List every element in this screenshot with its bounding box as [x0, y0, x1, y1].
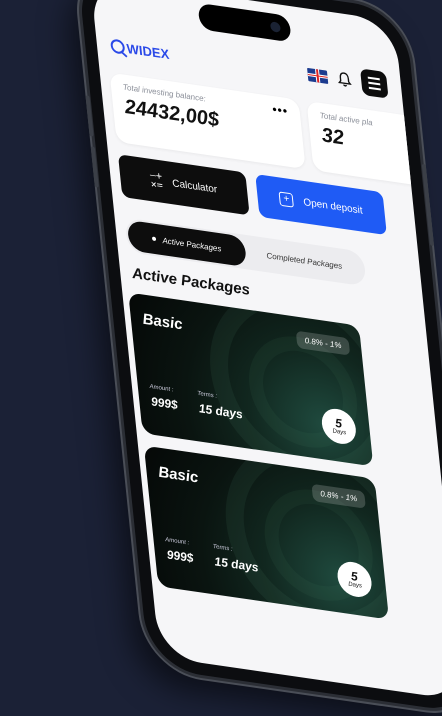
- volume-up-button: [85, 95, 94, 137]
- package-name: Basic: [157, 463, 200, 487]
- amount-value: 999$: [150, 394, 179, 413]
- amount-label: Amount :: [149, 383, 174, 394]
- package-card[interactable]: Basic 0.8% - 1% Amount : 999$ Terms : 15…: [128, 292, 374, 467]
- amount-label: Amount :: [165, 537, 190, 547]
- header-actions: [306, 61, 389, 99]
- uk-flag-icon[interactable]: [306, 67, 329, 84]
- logo-text: WIDEX: [125, 40, 170, 62]
- app-screen: WIDEX Total investing balance: 24432,00$…: [90, 0, 442, 701]
- dynamic-island: [197, 2, 292, 43]
- amount-value: 999$: [166, 547, 195, 566]
- terms-label: Terms :: [212, 543, 234, 553]
- calculator-label: Calculator: [171, 177, 218, 196]
- days-unit: Days: [332, 428, 347, 437]
- power-button: [421, 163, 435, 247]
- days-unit: Days: [348, 581, 363, 590]
- tab-completed-label: Completed Packages: [265, 250, 343, 271]
- active-dot-icon: [152, 236, 157, 242]
- logo[interactable]: WIDEX: [110, 38, 170, 62]
- camera-icon: [269, 21, 281, 33]
- package-card[interactable]: Basic 0.8% - 1% Amount : 999$ Terms : 15…: [143, 445, 390, 620]
- section-title: Active Packages: [131, 264, 251, 300]
- active-plans-card[interactable]: Total active pla 32: [306, 100, 433, 188]
- volume-down-button: [90, 146, 99, 188]
- open-deposit-label: Open deposit: [302, 196, 364, 217]
- tab-active-label: Active Packages: [161, 235, 222, 254]
- tab-completed-packages[interactable]: Completed Packages: [244, 237, 364, 285]
- days-number: 5: [350, 568, 359, 585]
- open-deposit-button[interactable]: + Open deposit: [255, 173, 387, 236]
- total-balance-card[interactable]: Total investing balance: 24432,00$ •••: [109, 72, 306, 170]
- hamburger-menu-icon[interactable]: [360, 68, 389, 99]
- widex-logo-icon: [110, 38, 126, 55]
- calculator-button[interactable]: –+ ×= Calculator: [117, 154, 250, 216]
- more-dots-icon[interactable]: •••: [272, 102, 289, 119]
- calculator-icon: –+ ×=: [149, 169, 164, 192]
- days-number: 5: [334, 415, 343, 431]
- phone-frame: WIDEX Total investing balance: 24432,00$…: [76, 0, 442, 715]
- package-name: Basic: [141, 310, 184, 334]
- bell-icon[interactable]: [335, 69, 355, 90]
- tab-active-packages[interactable]: Active Packages: [126, 219, 248, 268]
- plus-icon: +: [278, 191, 295, 208]
- terms-label: Terms :: [197, 390, 218, 400]
- phone-mockup: WIDEX Total investing balance: 24432,00$…: [0, 0, 442, 715]
